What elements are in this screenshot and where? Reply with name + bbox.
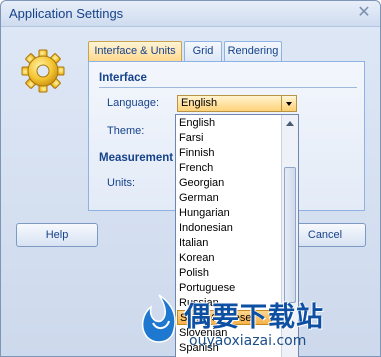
interface-section-title: Interface — [99, 72, 147, 84]
measurement-section-title: Measurement — [99, 152, 174, 164]
chevron-down-icon[interactable] — [281, 96, 296, 111]
list-item[interactable]: Georgian — [179, 176, 224, 191]
list-item[interactable]: Indonesian — [179, 221, 233, 236]
watermark: 偶要下载站 ouyaoxiazai.com — [129, 289, 381, 357]
help-button[interactable]: Help — [16, 223, 98, 247]
window-title: Application Settings — [9, 6, 124, 21]
list-item[interactable]: French — [179, 161, 213, 176]
tab-rendering[interactable]: Rendering — [224, 41, 282, 61]
theme-label: Theme: — [107, 125, 145, 137]
tab-interface-units[interactable]: Interface & Units — [88, 41, 182, 62]
tab-label: Grid — [192, 45, 214, 57]
gear-icon — [21, 49, 65, 93]
list-item[interactable]: Korean — [179, 251, 214, 266]
settings-window: Application Settings ✕ Interface & Units… — [0, 0, 381, 357]
list-item[interactable]: Hungarian — [179, 206, 230, 221]
watermark-logo-icon — [141, 294, 176, 343]
chevron-up-icon[interactable] — [283, 117, 297, 131]
tab-grid[interactable]: Grid — [184, 41, 222, 61]
scrollbar-thumb[interactable] — [284, 167, 296, 303]
language-label: Language: — [107, 97, 159, 109]
title-bar: Application Settings ✕ — [1, 1, 380, 27]
watermark-text: 偶要下载站 — [184, 302, 324, 333]
close-icon[interactable]: ✕ — [356, 4, 372, 21]
tab-label: Rendering — [227, 45, 279, 57]
units-label: Units: — [107, 177, 136, 189]
list-item[interactable]: Finnish — [179, 146, 214, 161]
list-item[interactable]: Farsi — [179, 131, 203, 146]
list-item[interactable]: English — [179, 116, 215, 131]
list-item[interactable]: German — [179, 191, 219, 206]
list-item[interactable]: Italian — [179, 236, 208, 251]
section-divider — [99, 87, 357, 88]
language-select[interactable]: English — [177, 95, 297, 112]
language-select-value: English — [181, 97, 218, 109]
list-item[interactable]: Polish — [179, 266, 209, 281]
watermark-url: ouyaoxiazai.com — [189, 333, 307, 349]
tab-label: Interface & Units — [94, 45, 176, 57]
